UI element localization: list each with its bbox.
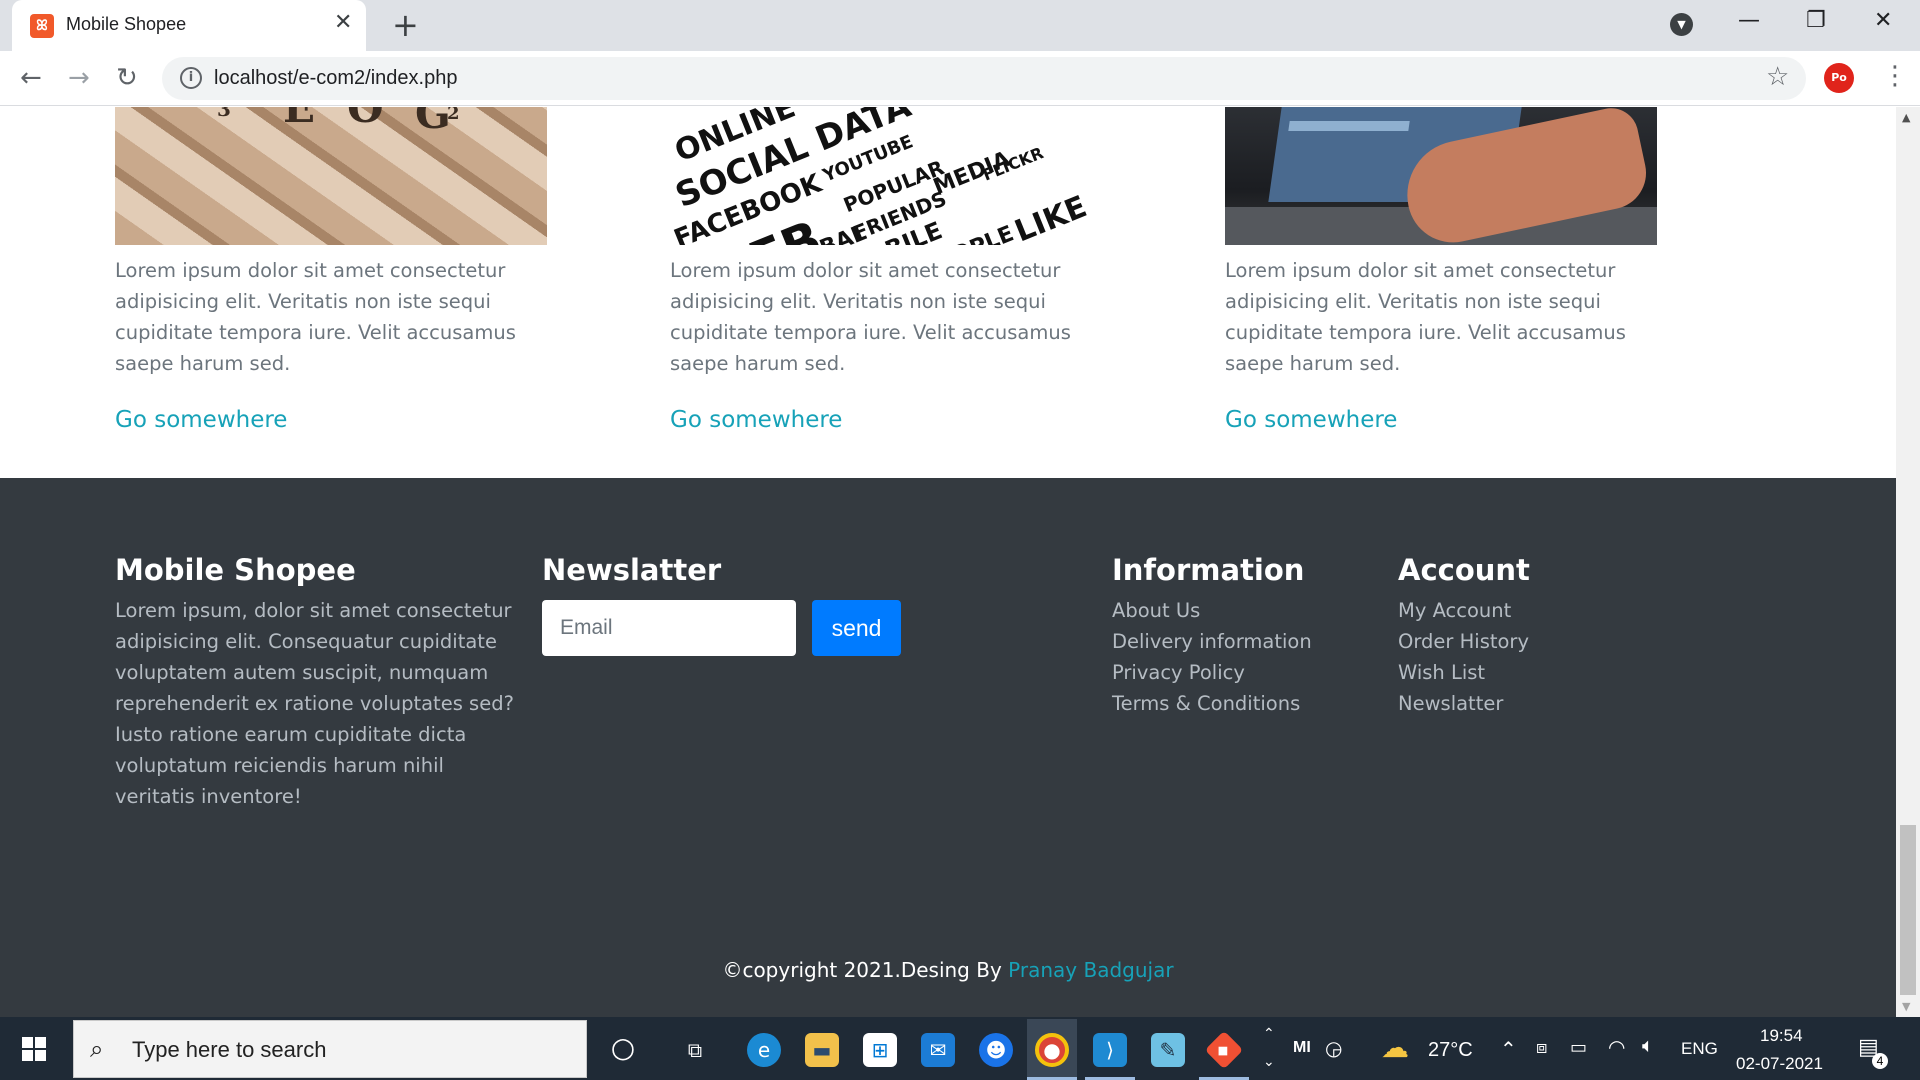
footer-brand-column: Mobile Shopee Lorem ipsum, dolor sit ame… bbox=[115, 553, 515, 812]
scroll-thumb[interactable] bbox=[1900, 825, 1916, 995]
clock-time[interactable]: 19:54 bbox=[1760, 1026, 1803, 1046]
wifi-icon[interactable]: ◠ bbox=[1608, 1035, 1625, 1060]
weather-temperature[interactable]: 27°C bbox=[1428, 1039, 1473, 1062]
wooden-letter-blocks-image: 3 E O G 2 bbox=[115, 107, 547, 245]
card-text: Lorem ipsum dolor sit amet consectetur a… bbox=[670, 259, 1071, 375]
account-title: Account bbox=[1398, 553, 1530, 587]
site-info-icon[interactable]: i bbox=[180, 67, 202, 89]
footer-account-column: Account My Account Order History Wish Li… bbox=[1398, 553, 1658, 719]
cortana-icon[interactable]: ○ bbox=[606, 1033, 640, 1067]
footer-link-order-history[interactable]: Order History bbox=[1398, 626, 1658, 657]
mi-icon[interactable]: MI bbox=[1293, 1039, 1311, 1057]
browser-tab[interactable]: ꕤ Mobile Shopee ✕ bbox=[12, 0, 366, 51]
battery-icon[interactable]: ▭ bbox=[1570, 1037, 1587, 1058]
search-icon: ⌕ bbox=[90, 1035, 104, 1063]
scroll-down-arrow-icon[interactable]: ▼ bbox=[1902, 1000, 1910, 1013]
meet-now-icon[interactable]: ⧈ bbox=[1536, 1037, 1547, 1058]
footer-link-wish-list[interactable]: Wish List bbox=[1398, 657, 1658, 688]
information-title: Information bbox=[1112, 553, 1305, 587]
copyright-text: ©copyright 2021.Desing By Pranay Badguja… bbox=[722, 958, 1174, 982]
browser-toolbar: ← → ↻ i localhost/e-com2/index.php ☆ Po … bbox=[0, 51, 1920, 106]
task-view-icon[interactable]: ⧉ bbox=[678, 1033, 712, 1067]
bookmark-star-icon[interactable]: ☆ bbox=[1766, 62, 1789, 92]
extension-icon[interactable]: Po bbox=[1824, 63, 1854, 93]
edge-browser-icon[interactable]: e bbox=[747, 1033, 781, 1067]
git-icon[interactable]: ◆ bbox=[1204, 1030, 1244, 1070]
taskbar-search-box[interactable]: ⌕ Type here to search bbox=[73, 1020, 587, 1078]
footer-link-terms-conditions[interactable]: Terms & Conditions bbox=[1112, 688, 1372, 719]
card-text: Lorem ipsum dolor sit amet consectetur a… bbox=[1225, 259, 1626, 375]
page-scrollbar[interactable]: ▲ ▼ bbox=[1896, 107, 1920, 1017]
new-tab-icon[interactable]: + bbox=[392, 6, 419, 44]
footer-link-privacy-policy[interactable]: Privacy Policy bbox=[1112, 657, 1372, 688]
taskbar-scroll-down-icon[interactable]: ⌄ bbox=[1263, 1053, 1275, 1070]
footer-link-newsletter[interactable]: Newslatter bbox=[1398, 688, 1658, 719]
language-indicator[interactable]: ENG bbox=[1681, 1039, 1718, 1059]
notification-count-badge: 4 bbox=[1872, 1053, 1888, 1069]
newsletter-email-input[interactable] bbox=[542, 600, 796, 656]
close-tab-icon[interactable]: ✕ bbox=[334, 10, 352, 35]
sync-icon[interactable]: ◶ bbox=[1325, 1036, 1342, 1061]
windows-taskbar: ⌕ Type here to search ○ ⧉ e ▬ ⊞ ✉ ☻ ● ⟩ … bbox=[0, 1017, 1920, 1080]
go-somewhere-link[interactable]: Go somewhere bbox=[670, 407, 1102, 433]
weather-icon[interactable]: ☁ bbox=[1381, 1031, 1409, 1064]
go-somewhere-link[interactable]: Go somewhere bbox=[115, 407, 547, 433]
mail-icon[interactable]: ✉ bbox=[921, 1033, 955, 1067]
show-hidden-icons-icon[interactable]: ⌃ bbox=[1500, 1037, 1517, 1062]
newsletter-send-button[interactable]: send bbox=[812, 600, 901, 656]
footer-information-column: Information About Us Delivery informatio… bbox=[1112, 553, 1372, 719]
chrome-icon[interactable]: ● bbox=[1035, 1033, 1069, 1067]
social-media-word-cloud-image: ONLINE SOCIAL DATA FACEBOOK WEB YOUTUBE … bbox=[670, 107, 1102, 245]
footer-link-my-account[interactable]: My Account bbox=[1398, 595, 1658, 626]
footer-brand-text: Lorem ipsum, dolor sit amet consectetur … bbox=[115, 599, 514, 808]
volume-icon[interactable]: 🔈︎ bbox=[1642, 1035, 1654, 1058]
blog-card: 3 E O G 2 Lorem ipsum dolor sit amet con… bbox=[115, 107, 547, 433]
vscode-icon[interactable]: ⟩ bbox=[1093, 1033, 1127, 1067]
minimize-icon[interactable]: — bbox=[1738, 8, 1760, 33]
footer-newsletter-column: Newslatter send bbox=[542, 553, 942, 673]
restore-icon[interactable]: ❐ bbox=[1806, 8, 1826, 33]
close-window-icon[interactable]: ✕ bbox=[1874, 8, 1892, 33]
taskbar-scroll-up-icon[interactable]: ⌃ bbox=[1263, 1025, 1275, 1042]
card-text: Lorem ipsum dolor sit amet consectetur a… bbox=[115, 259, 516, 375]
file-explorer-icon[interactable]: ▬ bbox=[805, 1033, 839, 1067]
site-footer: Mobile Shopee Lorem ipsum, dolor sit ame… bbox=[0, 478, 1896, 1017]
notepad-icon[interactable]: ✎ bbox=[1151, 1033, 1185, 1067]
footer-link-delivery-information[interactable]: Delivery information bbox=[1112, 626, 1372, 657]
back-icon[interactable]: ← bbox=[20, 63, 42, 93]
page-viewport: 3 E O G 2 Lorem ipsum dolor sit amet con… bbox=[0, 107, 1920, 1017]
microsoft-store-icon[interactable]: ⊞ bbox=[863, 1033, 897, 1067]
taskbar-search-placeholder: Type here to search bbox=[132, 1037, 327, 1062]
tab-search-icon[interactable]: ▼ bbox=[1670, 13, 1693, 36]
newsletter-title: Newslatter bbox=[542, 553, 722, 587]
typing-on-laptop-image bbox=[1225, 107, 1657, 245]
browser-tabstrip: ꕤ Mobile Shopee ✕ + ▼ — ❐ ✕ bbox=[0, 0, 1920, 51]
scroll-up-arrow-icon[interactable]: ▲ bbox=[1902, 111, 1910, 124]
windows-start-icon[interactable] bbox=[22, 1037, 46, 1061]
address-bar[interactable]: i localhost/e-com2/index.php ☆ bbox=[162, 57, 1806, 100]
blog-card: ONLINE SOCIAL DATA FACEBOOK WEB YOUTUBE … bbox=[670, 107, 1102, 433]
forward-icon[interactable]: → bbox=[68, 63, 90, 93]
url-text[interactable]: localhost/e-com2/index.php bbox=[214, 67, 457, 90]
tab-title: Mobile Shopee bbox=[66, 14, 187, 34]
xampp-icon: ꕤ bbox=[30, 14, 54, 38]
reload-icon[interactable]: ↻ bbox=[116, 63, 138, 93]
browser-menu-icon[interactable]: ⋮ bbox=[1882, 61, 1908, 91]
clock-date[interactable]: 02-07-2021 bbox=[1736, 1054, 1823, 1074]
footer-link-about-us[interactable]: About Us bbox=[1112, 595, 1372, 626]
footer-brand-title: Mobile Shopee bbox=[115, 553, 356, 587]
blog-card: Lorem ipsum dolor sit amet consectetur a… bbox=[1225, 107, 1657, 433]
go-somewhere-link[interactable]: Go somewhere bbox=[1225, 407, 1657, 433]
people-icon[interactable]: ☻ bbox=[979, 1033, 1013, 1067]
author-link[interactable]: Pranay Badgujar bbox=[1008, 958, 1173, 982]
